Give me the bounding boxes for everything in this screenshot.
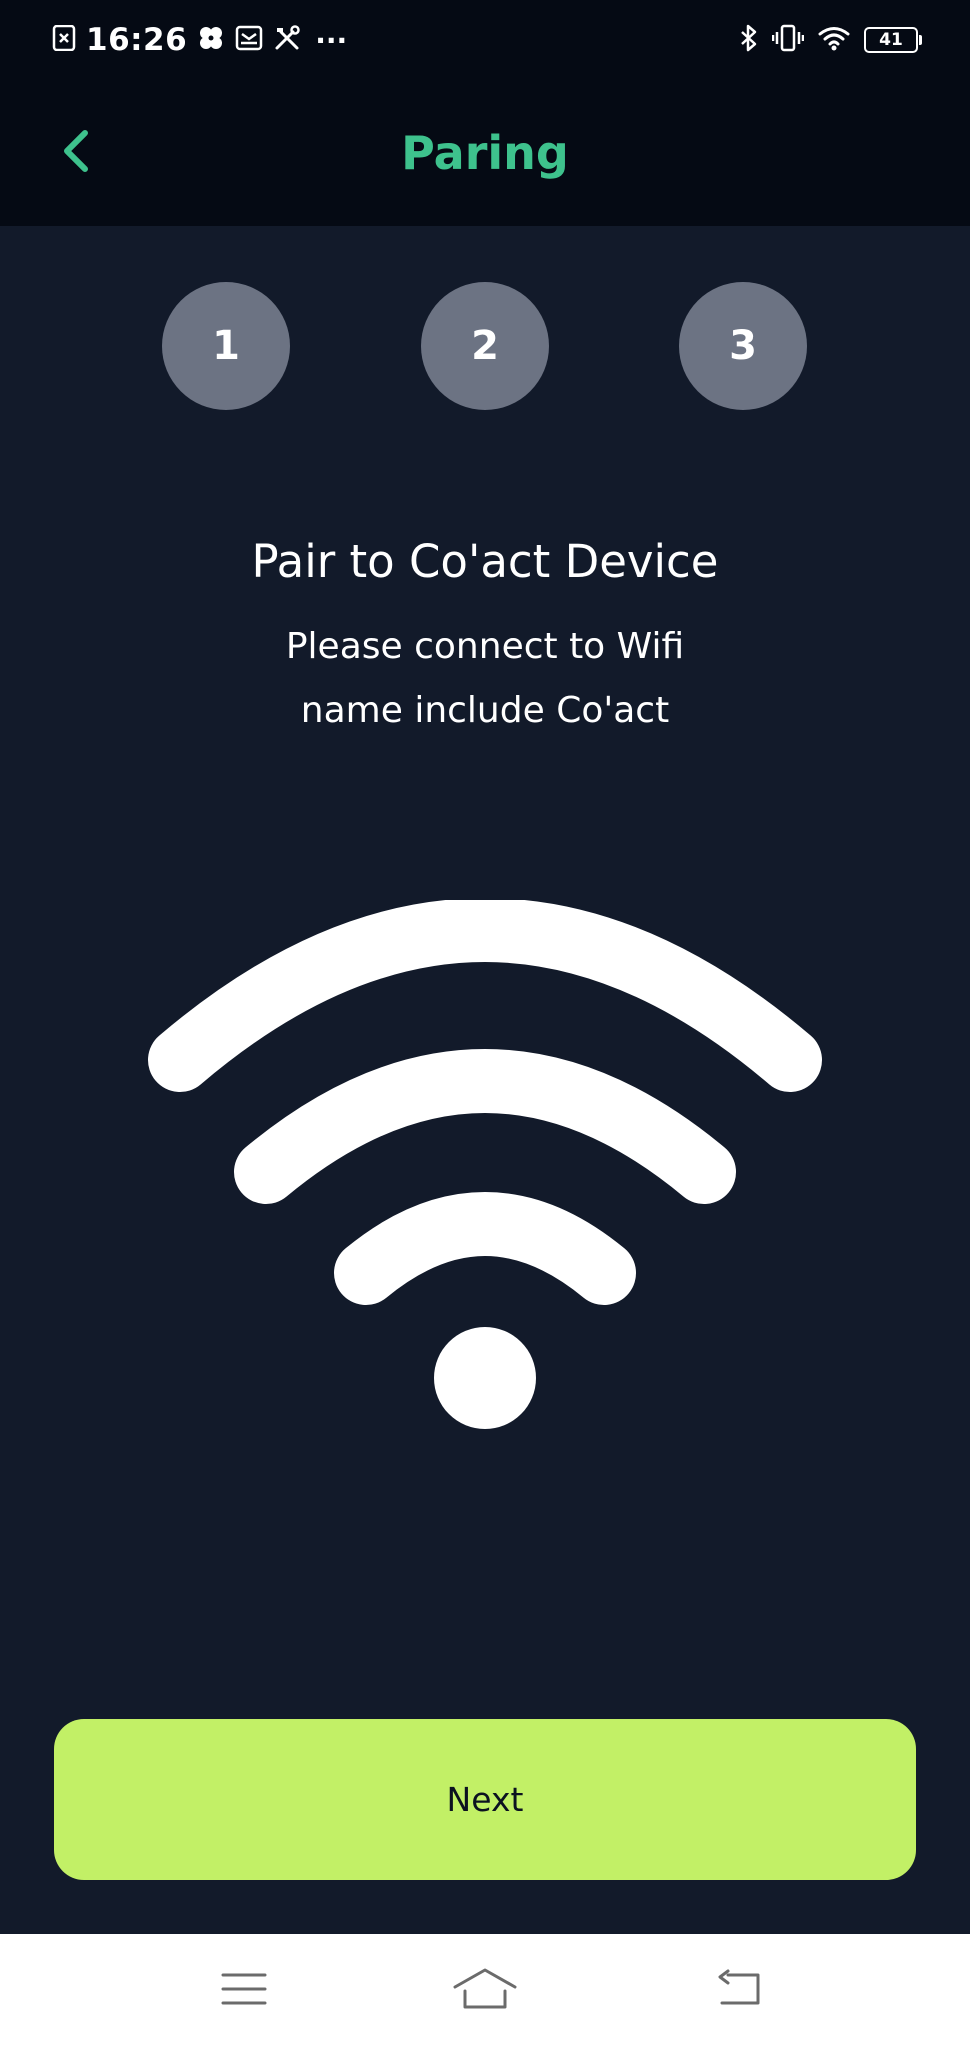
- back-button[interactable]: [48, 118, 104, 188]
- status-bar: 16:26 ··· 41: [0, 0, 970, 80]
- vibrate-icon: [771, 24, 805, 56]
- system-nav-bar: [0, 1934, 970, 2048]
- chevron-left-icon: [59, 128, 93, 178]
- step-3: 3: [679, 282, 807, 410]
- home-button[interactable]: [450, 1964, 520, 2018]
- battery-icon: 41: [864, 27, 922, 53]
- menu-icon: [221, 1971, 267, 2011]
- next-button[interactable]: Next: [54, 1719, 916, 1880]
- status-time: 16:26: [86, 22, 188, 58]
- instruction-line-1: Please connect to Wifi: [285, 626, 685, 667]
- step-2: 2: [421, 282, 549, 410]
- pairing-instructions: Please connect to Wifi name include Co'a…: [0, 615, 970, 743]
- pairing-screen: 16:26 ··· 41 Paring 1 2 3 Pair to Co'act…: [0, 0, 970, 2048]
- menu-button[interactable]: [209, 1964, 279, 2018]
- wifi-status-icon: [818, 25, 850, 55]
- status-right-group: 41: [740, 18, 922, 62]
- mailbox-icon: [235, 24, 263, 56]
- back-icon: [714, 1969, 764, 2013]
- fan-icon: [197, 24, 225, 56]
- wifi-icon: [140, 898, 830, 1440]
- step-1: 1: [162, 282, 290, 410]
- instruction-line-2: name include Co'act: [300, 690, 670, 731]
- back-nav-button[interactable]: [704, 1964, 774, 2018]
- tools-icon: [273, 24, 301, 56]
- app-header: Paring: [0, 80, 970, 226]
- page-title: Paring: [401, 126, 569, 180]
- sim-card-icon: [52, 24, 76, 55]
- home-icon: [453, 1967, 517, 2015]
- battery-level: 41: [879, 30, 903, 50]
- more-indicator: ···: [315, 23, 348, 57]
- status-left-group: 16:26 ···: [52, 18, 347, 62]
- bluetooth-icon: [740, 24, 758, 56]
- pairing-heading: Pair to Co'act Device: [251, 535, 719, 588]
- step-indicator: 1 2 3: [0, 282, 970, 410]
